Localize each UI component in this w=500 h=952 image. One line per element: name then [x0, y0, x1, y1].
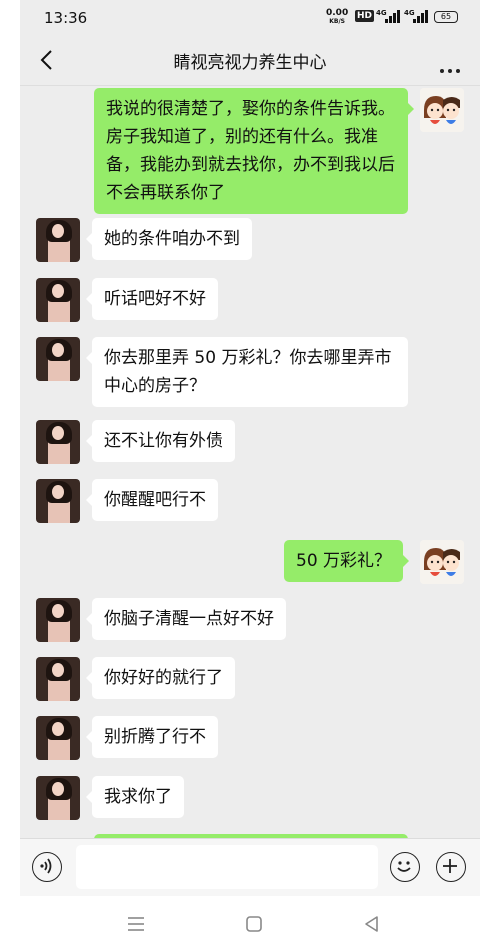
voice-button[interactable]	[32, 852, 62, 882]
plus-icon	[443, 859, 457, 873]
message-bubble-sent[interactable]: 50 万彩礼？	[284, 540, 410, 582]
cartoon-couple-avatar	[420, 540, 464, 584]
contact-avatar[interactable]	[36, 218, 80, 262]
network-speed-value: 0.00	[326, 8, 349, 18]
home-square-icon	[246, 916, 262, 932]
chat-title: 睛视亮视力养生中心	[173, 53, 327, 73]
message-bubble-received[interactable]: 你醒醒吧行不	[86, 479, 218, 521]
message-bubble-received[interactable]: 你去那里弄 50 万彩礼？你去哪里弄市中心的房子？	[86, 337, 408, 407]
message-bubble-received[interactable]: 还不让你有外债	[86, 420, 235, 462]
message-bubble-received[interactable]: 你好好的就行了	[86, 657, 235, 699]
chat-window: 13:36 0.00 KB/S HD 4G 4G 65 睛视亮视力养生中心 我说…	[20, 0, 480, 952]
contact-avatar[interactable]	[36, 337, 80, 381]
signal-label-2: 4G	[404, 9, 415, 17]
chat-header: 睛视亮视力养生中心	[20, 34, 480, 86]
nav-back-button[interactable]	[360, 912, 384, 936]
battery-icon: 65	[434, 11, 458, 23]
chevron-left-icon	[40, 50, 52, 70]
my-avatar[interactable]	[420, 88, 464, 132]
message-bubble-received[interactable]: 听话吧好不好	[86, 278, 218, 320]
cartoon-couple-avatar	[420, 88, 464, 132]
message-input[interactable]	[76, 845, 378, 889]
system-nav-bar	[20, 896, 480, 952]
hd-icon: HD	[355, 10, 375, 22]
emoji-button[interactable]	[390, 852, 420, 882]
message-bubble-received[interactable]: 我求你了	[86, 776, 184, 818]
contact-avatar[interactable]	[36, 278, 80, 322]
contact-avatar[interactable]	[36, 776, 80, 820]
contact-avatar[interactable]	[36, 598, 80, 642]
status-time: 13:36	[44, 9, 88, 27]
message-bubble-received[interactable]: 别折腾了行不	[86, 716, 218, 758]
signal-label: 4G	[376, 9, 387, 17]
back-button[interactable]	[36, 48, 60, 72]
network-speed: 0.00 KB/S	[326, 8, 348, 25]
more-dots-icon	[436, 58, 460, 77]
input-bar	[20, 838, 480, 896]
more-button[interactable]	[436, 58, 460, 77]
signal-icon: 4G	[376, 9, 400, 23]
voice-icon	[40, 858, 52, 874]
my-avatar[interactable]	[420, 540, 464, 584]
menu-icon	[128, 917, 144, 931]
signal-icon-2: 4G	[404, 9, 428, 23]
back-triangle-icon	[365, 916, 378, 932]
contact-avatar[interactable]	[36, 479, 80, 523]
message-bubble-received[interactable]: 她的条件咱办不到	[86, 218, 252, 260]
nav-home-button[interactable]	[242, 912, 266, 936]
nav-menu-button[interactable]	[124, 912, 148, 936]
message-bubble-sent[interactable]: 我说的很清楚了，娶你的条件告诉我。房子我知道了，别的还有什么。我准备，我能办到就…	[94, 88, 414, 214]
network-speed-unit: KB/S	[329, 18, 345, 25]
message-bubble-received[interactable]: 你脑子清醒一点好不好	[86, 598, 286, 640]
contact-avatar[interactable]	[36, 657, 80, 701]
status-bar: 13:36 0.00 KB/S HD 4G 4G 65	[20, 0, 480, 34]
contact-avatar[interactable]	[36, 420, 80, 464]
contact-avatar[interactable]	[36, 716, 80, 760]
plus-button[interactable]	[436, 852, 466, 882]
emoji-icon	[397, 861, 411, 872]
